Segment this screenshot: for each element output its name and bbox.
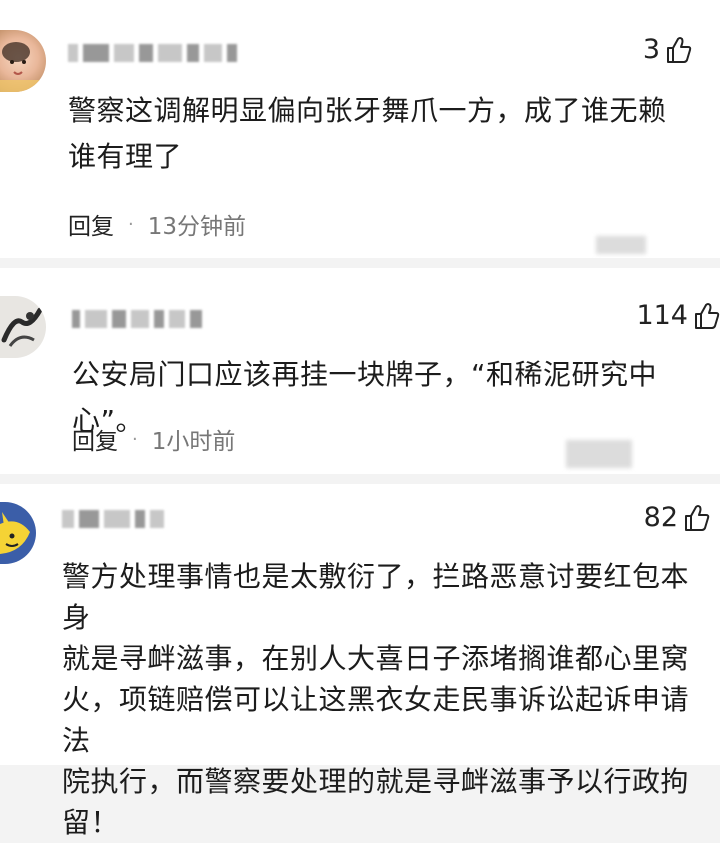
comment-item: 114 公安局门口应该再挂一块牌子，“和稀泥研究中心”。 回复 · 1小时前 [0,268,720,474]
like-button[interactable]: 3 [643,34,692,65]
like-count: 82 [643,502,678,533]
comment-line: 院执行，而警察要处理的就是寻衅滋事予以行政拘 [62,765,690,798]
comment-item: 3 警察这调解明显偏向张牙舞爪一方，成了谁无赖 谁有理了 回复 · 13分钟前 [0,0,720,258]
comment-list: 3 警察这调解明显偏向张牙舞爪一方，成了谁无赖 谁有理了 回复 · 13分钟前 [0,0,720,839]
divider [0,474,720,484]
comment-line: 留！ [62,806,120,839]
comment-time: 1小时前 [151,429,236,455]
user-avatar[interactable] [0,502,36,564]
thumbs-up-icon [695,302,720,329]
reply-button[interactable]: 回复 [68,207,114,241]
comment-text: 警察这调解明显偏向张牙舞爪一方，成了谁无赖 谁有理了 [68,88,708,180]
comment-line: 火，项链赔偿可以让这黑衣女走民事诉讼起诉申请法 [62,683,690,757]
blurred-region [596,236,646,254]
thumbs-up-icon [685,504,710,531]
separator-dot: · [128,213,134,235]
thumbs-up-icon [667,36,692,63]
like-button[interactable]: 82 [644,502,710,533]
separator-dot: · [132,428,138,450]
comment-line: 警方处理事情也是太敷衍了，拦路恶意讨要红包本身 [62,560,690,634]
divider [0,258,720,268]
comment-line: 就是寻衅滋事，在别人大喜日子添堵搁谁都心里窝 [62,642,690,675]
username-masked[interactable] [68,42,237,64]
comment-time: 13分钟前 [147,214,247,240]
username-masked[interactable] [72,308,202,330]
user-avatar[interactable] [0,30,46,92]
blurred-region [566,440,632,468]
username-masked[interactable] [62,508,164,530]
like-count: 3 [642,34,660,65]
comment-text: 警方处理事情也是太敷衍了，拦路恶意讨要红包本身 就是寻衅滋事，在别人大喜日子添堵… [62,556,712,843]
like-count: 114 [636,300,688,331]
ink-painting-avatar-icon [1,307,43,347]
comment-meta: 回复 · 13分钟前 [68,207,246,241]
comment-line: 警察这调解明显偏向张牙舞爪一方，成了谁无赖 [68,94,667,127]
comment-line: 谁有理了 [68,140,183,173]
reply-button[interactable]: 回复 [72,422,118,456]
like-button[interactable]: 114 [636,300,720,331]
baby-avatar-icon [0,42,46,92]
user-avatar[interactable] [0,296,46,358]
yellow-cartoon-avatar-icon [0,512,30,554]
comment-item: 82 警方处理事情也是太敷衍了，拦路恶意讨要红包本身 就是寻衅滋事，在别人大喜日… [0,484,720,839]
comment-meta: 回复 · 1小时前 [72,422,235,456]
